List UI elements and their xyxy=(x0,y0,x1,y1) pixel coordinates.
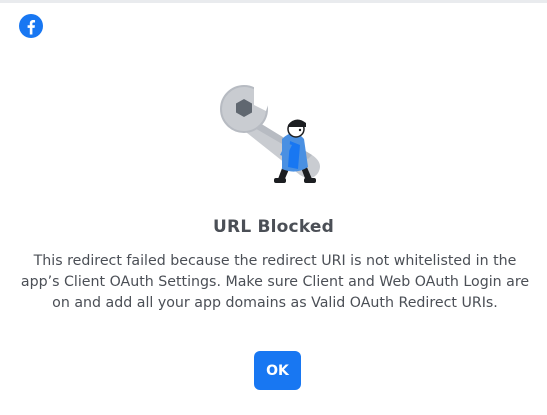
wrench-and-person-icon xyxy=(220,85,320,183)
ok-button[interactable]: OK xyxy=(254,351,301,390)
dialog-title: URL Blocked xyxy=(213,217,334,237)
dialog-window: URL Blocked This redirect failed because… xyxy=(0,0,547,415)
dialog-message: This redirect failed because the redirec… xyxy=(20,253,530,311)
facebook-logo-icon xyxy=(19,14,43,38)
